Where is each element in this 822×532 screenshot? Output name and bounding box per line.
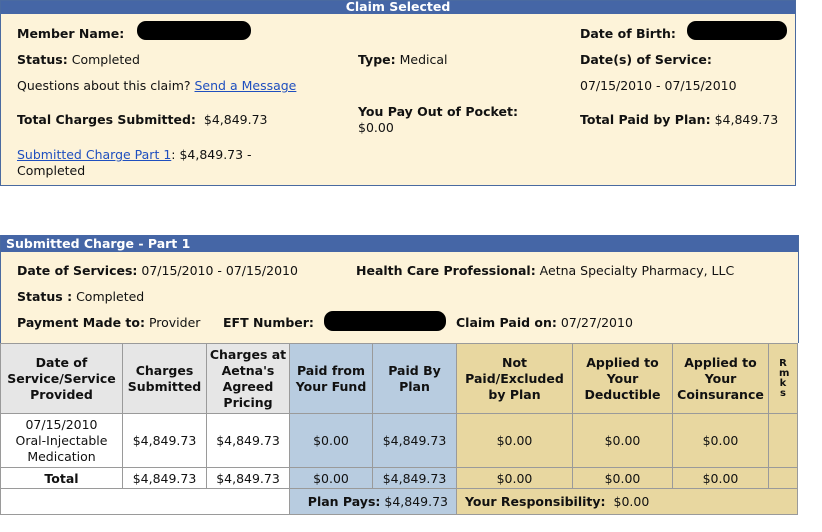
date-of-birth-label: Date of Birth: (580, 26, 676, 41)
your-responsibility-cell: Your Responsibility: $0.00 (456, 488, 798, 515)
remarks-header-text: Rmks (779, 357, 790, 399)
charge-status-value: Completed (76, 289, 145, 304)
total-paid-label: Total Paid by Plan: (580, 112, 711, 127)
plan-pays-value: $4,849.73 (384, 494, 448, 509)
total-plan-cell: $4,849.73 (372, 467, 457, 489)
member-name-label: Member Name: (17, 26, 125, 41)
row-date: 07/15/2010 (25, 416, 98, 432)
questions-line: Questions about this claim? Send a Messa… (17, 78, 296, 93)
row-agreed: $4,849.73 (206, 413, 290, 468)
responsibility-label: Your Responsibility: (465, 494, 606, 509)
col-header-charges: Charges Submitted (122, 343, 207, 414)
total-coinsurance-cell: $0.00 (672, 467, 769, 489)
table-row: 07/15/2010 Oral-Injectable Medication $4… (0, 413, 798, 468)
claim-status: Status: Completed (17, 52, 140, 67)
col-header-agreed: Charges at Aetna's Agreed Pricing (206, 343, 290, 414)
col-header-not-paid: Not Paid/Excluded by Plan (456, 343, 573, 414)
claim-paid-value: 07/27/2010 (560, 315, 633, 330)
date-of-services: Date of Services: 07/15/2010 - 07/15/201… (17, 263, 298, 278)
col-header-remarks: Rmks (768, 343, 798, 414)
you-pay-label: You Pay Out of Pocket: (358, 104, 518, 119)
col-header-date: Date of Service/Service Provided (0, 343, 123, 414)
dates-of-service-value: 07/15/2010 - 07/15/2010 (580, 78, 737, 93)
row-plan: $4,849.73 (372, 413, 457, 468)
charge-detail-table: Date of Service/Service Provided Charges… (0, 343, 798, 515)
eft-number-label: EFT Number: (223, 315, 314, 330)
charge-status: Status : Completed (17, 289, 144, 304)
you-pay-value: $0.00 (358, 120, 394, 135)
charge-status-label: Status : (17, 289, 73, 304)
table-header-row: Date of Service/Service Provided Charges… (0, 343, 798, 414)
health-care-professional: Health Care Professional: Aetna Specialt… (356, 263, 734, 278)
row-not-paid: $0.00 (456, 413, 573, 468)
total-charges-cell: $4,849.73 (122, 467, 207, 489)
payment-made-label: Payment Made to: (17, 315, 145, 330)
summary-blank (0, 488, 290, 515)
total-paid-value: $4,849.73 (714, 112, 779, 127)
claim-paid-on: Claim Paid on: 07/27/2010 (456, 315, 633, 330)
charge-part-amount: : $4,849.73 - (171, 147, 252, 162)
payment-made-to: Payment Made to: Provider (17, 315, 200, 330)
total-fund-cell: $0.00 (289, 467, 373, 489)
col-header-coinsurance: Applied to Your Coinsurance (672, 343, 769, 414)
total-remarks-cell (768, 467, 798, 489)
col-header-deductible: Applied to Your Deductible (572, 343, 673, 414)
charge-detail-table-wrapper: Date of Service/Service Provided Charges… (0, 343, 798, 515)
total-agreed-cell: $4,849.73 (206, 467, 290, 489)
row-date-service: 07/15/2010 Oral-Injectable Medication (0, 413, 123, 468)
claim-status-value: Completed (71, 52, 140, 67)
charge-part-status: Completed (17, 163, 86, 178)
responsibility-value: $0.00 (613, 494, 650, 509)
total-charges-label: Total Charges Submitted: (17, 112, 196, 127)
claim-selected-header: Claim Selected (1, 1, 795, 14)
total-charges-value: $4,849.73 (203, 112, 268, 127)
date-of-birth-redaction (687, 21, 787, 40)
row-service: Oral-Injectable Medication (15, 432, 108, 464)
claim-paid-label: Claim Paid on: (456, 315, 557, 330)
total-paid: Total Paid by Plan: $4,849.73 (580, 112, 778, 127)
row-charges: $4,849.73 (122, 413, 207, 468)
claim-type-label: Type: (358, 52, 396, 67)
row-deductible: $0.00 (572, 413, 673, 468)
claim-type-value: Medical (399, 52, 448, 67)
table-total-row: Total $4,849.73 $4,849.73 $0.00 $4,849.7… (0, 467, 798, 489)
submitted-charge-panel: Submitted Charge - Part 1 Date of Servic… (0, 235, 799, 343)
total-not-paid-cell: $0.00 (456, 467, 573, 489)
row-fund: $0.00 (289, 413, 373, 468)
plan-pays-cell: Plan Pays: $4,849.73 (289, 488, 457, 515)
submitted-charge-header: Submitted Charge - Part 1 (1, 235, 798, 252)
dates-of-service-label: Date(s) of Service: (580, 52, 712, 67)
total-deductible-cell: $0.00 (572, 467, 673, 489)
payment-made-value: Provider (148, 315, 201, 330)
total-charges: Total Charges Submitted: $4,849.73 (17, 112, 268, 127)
total-label: Total (0, 467, 123, 489)
row-remarks (768, 413, 798, 468)
date-of-services-label: Date of Services: (17, 263, 138, 278)
send-message-link[interactable]: Send a Message (195, 78, 297, 93)
member-name-redaction (137, 21, 251, 40)
questions-text: Questions about this claim? (17, 78, 191, 93)
eft-number-redaction (324, 311, 446, 331)
table-summary-row: Plan Pays: $4,849.73 Your Responsibility… (0, 488, 798, 515)
submitted-charge-part-link[interactable]: Submitted Charge Part 1 (17, 147, 171, 162)
hcp-value: Aetna Specialty Pharmacy, LLC (539, 263, 735, 278)
claim-status-label: Status: (17, 52, 68, 67)
charge-part-line: Submitted Charge Part 1: $4,849.73 - (17, 147, 252, 162)
col-header-fund: Paid from Your Fund (289, 343, 373, 414)
date-of-services-value: 07/15/2010 - 07/15/2010 (141, 263, 298, 278)
claim-type: Type: Medical (358, 52, 448, 67)
row-coinsurance: $0.00 (672, 413, 769, 468)
col-header-plan: Paid By Plan (372, 343, 457, 414)
plan-pays-label: Plan Pays: (307, 494, 381, 509)
claim-selected-panel: Claim Selected Member Name: Date of Birt… (0, 0, 796, 186)
hcp-label: Health Care Professional: (356, 263, 536, 278)
